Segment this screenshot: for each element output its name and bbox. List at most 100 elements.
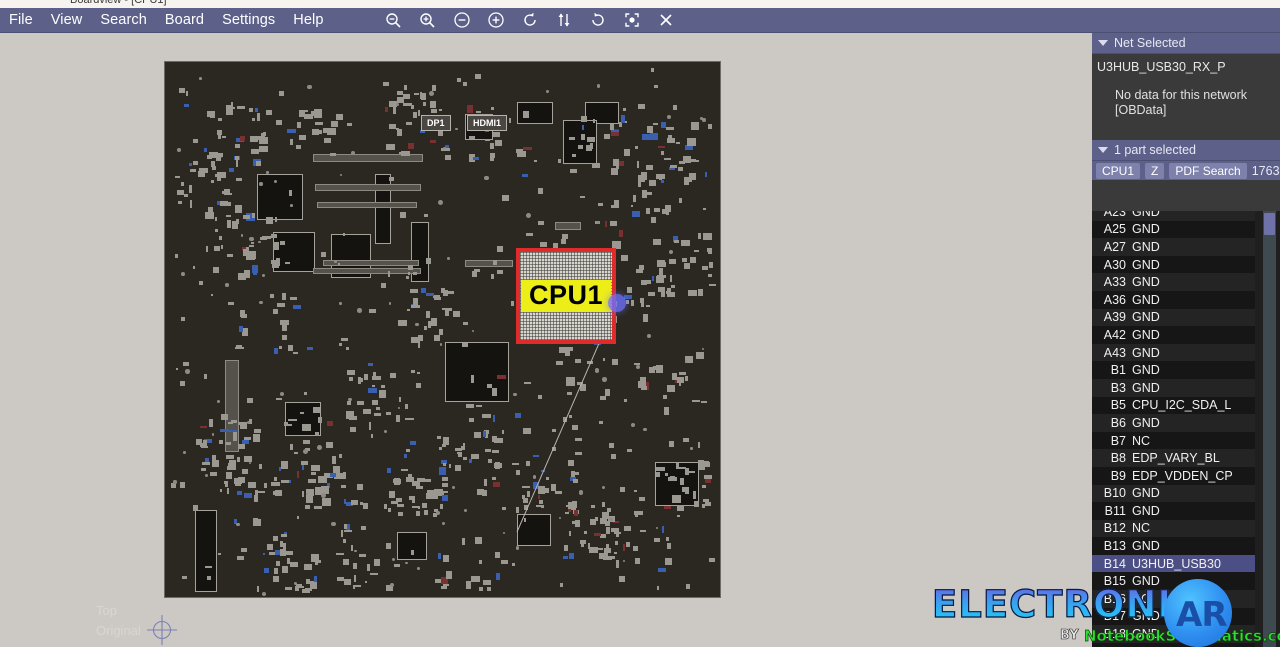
pcb-element bbox=[416, 371, 420, 375]
pcb-element bbox=[610, 124, 615, 130]
pin-row[interactable]: A27 GND bbox=[1092, 238, 1255, 256]
pcb-via bbox=[596, 220, 600, 225]
pcb-element bbox=[400, 211, 406, 218]
pin-row[interactable]: B6 GND bbox=[1092, 414, 1255, 432]
selected-pin-marker[interactable] bbox=[608, 294, 626, 312]
pcb-element bbox=[658, 568, 666, 572]
menu-help[interactable]: Help bbox=[284, 9, 332, 31]
pcb-element bbox=[374, 558, 380, 566]
pcb-element bbox=[237, 422, 241, 425]
pin-number: B15 bbox=[1103, 574, 1126, 589]
menu-view[interactable]: View bbox=[42, 9, 92, 31]
pin-row[interactable]: B7 NC bbox=[1092, 431, 1255, 450]
rotate-cw-icon[interactable] bbox=[581, 8, 615, 33]
menu-board[interactable]: Board bbox=[156, 9, 213, 31]
net-selected-header[interactable]: Net Selected bbox=[1092, 33, 1280, 54]
pin-net-name: GND bbox=[1132, 310, 1160, 325]
chevron-down-icon-part[interactable] bbox=[1098, 147, 1108, 153]
pin-row[interactable]: B10 GND bbox=[1092, 484, 1255, 503]
cpu1-package-highlight[interactable]: CPU1 bbox=[516, 248, 616, 344]
pcb-element bbox=[551, 446, 557, 452]
pcb-element bbox=[337, 262, 341, 265]
pin-row[interactable]: B17 GND bbox=[1092, 607, 1255, 626]
pcb-element bbox=[384, 504, 388, 510]
pcb-element bbox=[491, 107, 494, 110]
pcb-element bbox=[177, 200, 183, 205]
pdf-search-button[interactable]: PDF Search bbox=[1169, 162, 1247, 179]
pin-list[interactable]: A23 GND A25 GND A27 GND A30 GND A33 GND A36 GND A39 G… bbox=[1092, 211, 1280, 647]
pcb-element bbox=[679, 478, 684, 486]
z-button[interactable]: Z bbox=[1145, 162, 1165, 179]
pcb-element bbox=[568, 502, 573, 507]
minus-circle-icon[interactable] bbox=[445, 8, 479, 33]
pcb-element bbox=[314, 110, 322, 119]
pcb-element bbox=[397, 511, 404, 517]
pin-row[interactable]: A33 GND bbox=[1092, 273, 1255, 291]
pcb-element bbox=[330, 152, 337, 157]
pcb-element bbox=[689, 158, 696, 163]
pcb-element bbox=[227, 253, 234, 258]
pcb-element bbox=[318, 129, 323, 135]
pcb-element bbox=[423, 102, 426, 106]
pcb-boardview[interactable]: DP1 HDMI1 CPU1 bbox=[164, 61, 721, 598]
pin-row[interactable]: B15 GND bbox=[1092, 572, 1255, 591]
zoom-in-icon[interactable] bbox=[411, 8, 445, 33]
net-selected-title: Net Selected bbox=[1114, 36, 1186, 50]
pin-row[interactable]: A30 GND bbox=[1092, 255, 1255, 274]
fit-to-view-icon[interactable] bbox=[615, 8, 649, 33]
pin-row[interactable]: B11 GND bbox=[1092, 502, 1255, 520]
flip-vertical-icon[interactable] bbox=[547, 8, 581, 33]
pin-row[interactable]: A36 GND bbox=[1092, 290, 1255, 309]
pin-row[interactable]: B8 EDP_VARY_BL bbox=[1092, 449, 1255, 467]
pcb-element bbox=[591, 504, 595, 508]
pin-row[interactable]: B14 U3HUB_USB30 bbox=[1092, 554, 1255, 573]
pin-row[interactable]: A43 GND bbox=[1092, 343, 1255, 362]
pcb-element bbox=[406, 275, 409, 280]
close-icon[interactable] bbox=[649, 8, 683, 33]
pin-row[interactable]: B12 NC bbox=[1092, 519, 1255, 538]
pin-list-scrollbar[interactable] bbox=[1263, 211, 1276, 647]
pin-row[interactable]: B21GND bbox=[1092, 642, 1255, 647]
pin-row[interactable]: B13 GND bbox=[1092, 537, 1255, 555]
pcb-element bbox=[635, 146, 639, 150]
pin-row[interactable]: A25 GND bbox=[1092, 220, 1255, 239]
pin-row[interactable]: B9 EDP_VDDEN_CP bbox=[1092, 466, 1255, 485]
plus-circle-icon[interactable] bbox=[479, 8, 513, 33]
pin-row[interactable]: B18 GND bbox=[1092, 625, 1255, 643]
pin-list-scrollbar-thumb[interactable] bbox=[1264, 213, 1275, 235]
pcb-element bbox=[222, 135, 226, 138]
pcb-element bbox=[412, 272, 417, 276]
pcb-element bbox=[180, 181, 185, 187]
pcb-element bbox=[492, 476, 497, 481]
pcb-via bbox=[211, 433, 215, 436]
menu-settings[interactable]: Settings bbox=[213, 9, 284, 31]
pin-row[interactable]: B16 NC bbox=[1092, 590, 1255, 608]
pcb-element bbox=[396, 91, 403, 95]
pin-row[interactable]: B1 GND bbox=[1092, 361, 1255, 379]
pin-number: A43 bbox=[1103, 345, 1126, 360]
menu-file[interactable]: File bbox=[0, 9, 42, 31]
pcb-element bbox=[537, 221, 544, 226]
pcb-element bbox=[572, 478, 578, 483]
pin-row[interactable]: B5 CPU_I2C_SDA_L bbox=[1092, 396, 1255, 415]
pcb-element bbox=[597, 202, 604, 207]
pcb-element bbox=[570, 168, 578, 173]
part-selected-header[interactable]: 1 part selected bbox=[1092, 140, 1280, 161]
rotate-ccw-icon[interactable] bbox=[513, 8, 547, 33]
pin-net-name: GND bbox=[1132, 275, 1160, 290]
pin-row[interactable]: A42 GND bbox=[1092, 326, 1255, 344]
pcb-element bbox=[274, 476, 277, 482]
pin-row[interactable]: A39 GND bbox=[1092, 308, 1255, 327]
pin-row[interactable]: A23 GND bbox=[1092, 211, 1255, 221]
part-name-button[interactable]: CPU1 bbox=[1096, 162, 1141, 179]
pin-row[interactable]: B3 GND bbox=[1092, 378, 1255, 397]
menu-search[interactable]: Search bbox=[91, 9, 156, 31]
board-canvas[interactable]: DP1 HDMI1 CPU1 Top Original bbox=[0, 33, 1092, 647]
pcb-element bbox=[496, 270, 503, 275]
pcb-element bbox=[273, 347, 279, 354]
pcb-element bbox=[401, 151, 411, 157]
chevron-down-icon[interactable] bbox=[1098, 40, 1108, 46]
pcb-via bbox=[417, 567, 421, 570]
menu-bar: File View Search Board Settings Help bbox=[0, 8, 1280, 33]
zoom-out-icon[interactable] bbox=[377, 8, 411, 33]
